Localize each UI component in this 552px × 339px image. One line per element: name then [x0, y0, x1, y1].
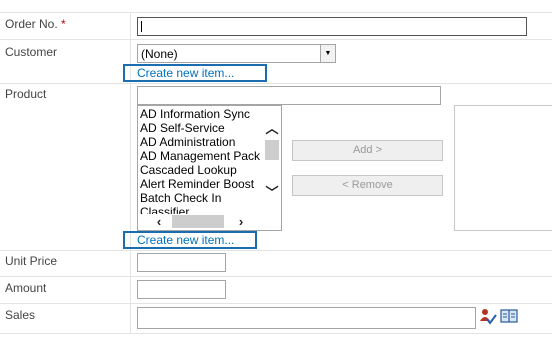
product-options-listbox[interactable]: AD Information Sync AD Self-Service AD A…	[137, 105, 282, 231]
add-button-label: Add >	[352, 144, 383, 156]
customer-create-new-link[interactable]: Create new item...	[123, 64, 267, 82]
remove-button[interactable]: < Remove	[292, 175, 443, 196]
customer-label: Customer	[5, 45, 58, 59]
list-item[interactable]: AD Self-Service	[140, 121, 225, 135]
row-divider	[0, 276, 552, 277]
order-no-label: Order No. *	[5, 17, 66, 31]
customer-select[interactable]: (None) ▼	[137, 44, 336, 63]
unit-price-label: Unit Price	[5, 254, 58, 268]
row-divider	[0, 303, 552, 304]
vertical-scrollbar[interactable]: ︿ ﹀	[264, 106, 281, 214]
list-item[interactable]: AD Management Pack	[140, 149, 260, 163]
row-divider	[0, 333, 552, 334]
list-item[interactable]: Cascaded Lookup	[140, 163, 237, 177]
list-item[interactable]: Alert Reminder Boost	[140, 177, 254, 191]
customer-selected-value: (None)	[141, 47, 178, 61]
remove-button-label: < Remove	[342, 179, 393, 191]
horizontal-scroll-thumb[interactable]	[172, 215, 224, 228]
row-divider	[0, 12, 552, 13]
scroll-up-icon[interactable]: ︿	[265, 122, 279, 135]
product-filter-input[interactable]	[137, 86, 441, 105]
list-item[interactable]: Batch Check In	[140, 191, 221, 205]
row-divider	[0, 250, 552, 251]
sales-label: Sales	[5, 308, 36, 322]
selected-products-listbox[interactable]	[454, 105, 552, 231]
product-create-new-link[interactable]: Create new item...	[123, 231, 257, 249]
dropdown-arrow-icon[interactable]: ▼	[320, 45, 335, 62]
unit-price-input[interactable]	[137, 253, 226, 272]
add-button[interactable]: Add >	[292, 140, 443, 161]
list-item[interactable]: AD Administration	[140, 135, 235, 149]
order-no-label-text: Order No.	[5, 17, 58, 31]
address-book-icon[interactable]	[500, 308, 518, 324]
row-divider	[0, 83, 552, 84]
row-divider	[0, 39, 552, 40]
text-caret	[141, 21, 142, 32]
order-no-input[interactable]	[137, 17, 527, 36]
required-mark: *	[61, 17, 66, 31]
product-create-new-link-text[interactable]: Create new item...	[137, 233, 234, 247]
scroll-right-icon[interactable]: ›	[234, 215, 248, 228]
list-item[interactable]: AD Information Sync	[140, 107, 250, 121]
sales-people-picker-input[interactable]	[137, 307, 476, 329]
customer-create-new-link-text[interactable]: Create new item...	[137, 66, 234, 80]
scroll-down-icon[interactable]: ﹀	[265, 186, 279, 199]
horizontal-scrollbar[interactable]: ‹ ›	[138, 214, 264, 230]
product-label: Product	[5, 87, 47, 101]
column-divider	[130, 12, 131, 333]
amount-label: Amount	[5, 281, 47, 295]
vertical-scroll-thumb[interactable]	[265, 140, 279, 160]
scroll-left-icon[interactable]: ‹	[152, 215, 166, 228]
amount-input[interactable]	[137, 280, 226, 299]
check-names-icon[interactable]	[479, 307, 497, 325]
